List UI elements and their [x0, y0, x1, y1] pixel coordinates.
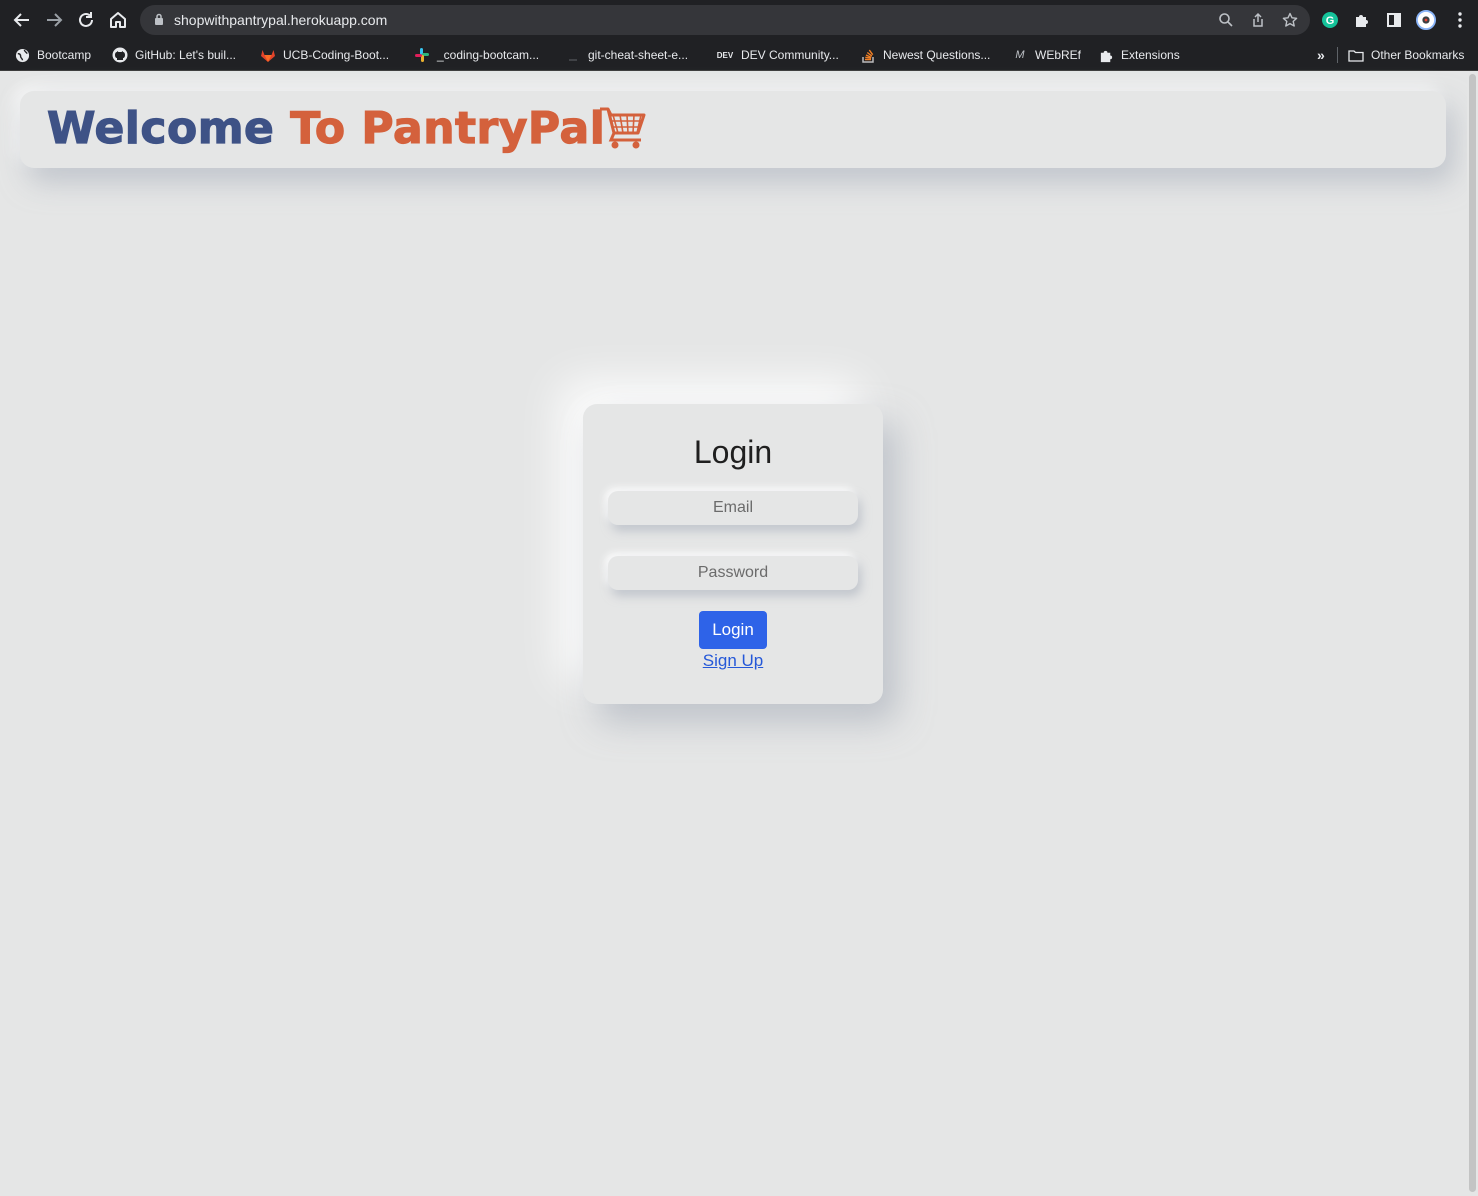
bookmark-divider	[1337, 47, 1338, 63]
extensions-puzzle-icon[interactable]	[1352, 10, 1372, 30]
reload-icon	[79, 12, 93, 27]
back-button[interactable]	[10, 8, 34, 32]
home-button[interactable]	[106, 8, 130, 32]
bookmark-label: Extensions	[1121, 48, 1180, 62]
lock-icon	[155, 13, 163, 25]
url-text: shopwithpantrypal.herokuapp.com	[174, 12, 388, 28]
chevron-double-right-icon: »	[1317, 47, 1325, 63]
home-icon	[110, 12, 126, 28]
bookmark-label: Other Bookmarks	[1371, 48, 1465, 62]
slack-icon	[414, 47, 430, 63]
page-icon	[565, 47, 581, 63]
bookmark-slack[interactable]: _coding-bootcam...	[414, 44, 539, 66]
shopping-cart-icon	[600, 107, 646, 149]
scrollbar-thumb[interactable]	[1469, 74, 1476, 1192]
mdn-icon: M	[1015, 49, 1025, 61]
arrow-left-icon	[13, 13, 29, 27]
bookmarks-bar: Bootcamp GitHub: Let's buil... UCB-Codin…	[0, 40, 1478, 71]
bookmark-label: UCB-Coding-Boot...	[283, 48, 390, 62]
email-input[interactable]	[608, 491, 858, 525]
password-input[interactable]	[608, 556, 858, 590]
bookmark-extensions[interactable]: Extensions	[1098, 44, 1180, 66]
site-header: Welcome To PantryPal	[20, 91, 1446, 168]
bookmark-stackoverflow[interactable]: Newest Questions...	[860, 44, 990, 66]
side-panel-icon[interactable]	[1384, 10, 1404, 30]
login-button[interactable]: Login	[699, 611, 767, 649]
bookmark-gitlab[interactable]: UCB-Coding-Boot...	[260, 44, 389, 66]
bookmark-other-bookmarks[interactable]: Other Bookmarks	[1348, 44, 1464, 66]
bookmark-git-cheat-sheet[interactable]: git-cheat-sheet-e...	[565, 44, 688, 66]
globe-icon	[14, 47, 30, 63]
profile-avatar-icon[interactable]	[1416, 10, 1436, 30]
bookmark-label: Newest Questions...	[883, 48, 991, 62]
bookmark-label: GitHub: Let's buil...	[135, 48, 237, 62]
github-icon	[112, 47, 128, 63]
login-card: Login Login Sign Up	[583, 404, 883, 704]
bookmark-bootcamp[interactable]: Bootcamp	[14, 44, 91, 66]
login-heading: Login	[693, 434, 773, 470]
share-icon[interactable]	[1250, 12, 1266, 28]
signup-link[interactable]: Sign Up	[583, 651, 883, 671]
bookmark-label: Bootcamp	[37, 48, 92, 62]
address-bar[interactable]: shopwithpantrypal.herokuapp.com	[140, 5, 1310, 35]
grammarly-badge: G	[1326, 15, 1335, 27]
bookmarks-overflow-button[interactable]: »	[1317, 44, 1325, 66]
bookmark-label: WEbREf	[1035, 48, 1082, 62]
search-icon[interactable]	[1218, 12, 1234, 28]
browser-toolbar: shopwithpantrypal.herokuapp.com G	[0, 0, 1478, 40]
bookmark-github[interactable]: GitHub: Let's buil...	[112, 44, 236, 66]
forward-button[interactable]	[42, 8, 66, 32]
arrow-right-icon	[47, 13, 63, 27]
bookmark-label: _coding-bootcam...	[437, 48, 540, 62]
title-welcome: Welcome	[46, 102, 275, 154]
dev-icon: DEV	[716, 50, 734, 60]
bookmark-label: DEV Community...	[741, 48, 839, 62]
reload-button[interactable]	[74, 8, 98, 32]
star-icon[interactable]	[1282, 12, 1298, 28]
menu-kebab-icon[interactable]	[1450, 10, 1470, 30]
page-title: Welcome To PantryPal	[46, 102, 606, 154]
puzzle-icon	[1098, 47, 1114, 63]
gitlab-icon	[260, 47, 276, 63]
bookmark-dev-community[interactable]: DEV DEV Community...	[716, 44, 839, 66]
bookmark-webref[interactable]: M WEbREf	[1012, 44, 1081, 66]
stackoverflow-icon	[860, 47, 876, 63]
title-pantrypal: To PantryPal	[290, 102, 606, 154]
folder-icon	[1348, 47, 1364, 63]
grammarly-extension-icon[interactable]: G	[1320, 10, 1340, 30]
bookmark-label: git-cheat-sheet-e...	[588, 48, 689, 62]
